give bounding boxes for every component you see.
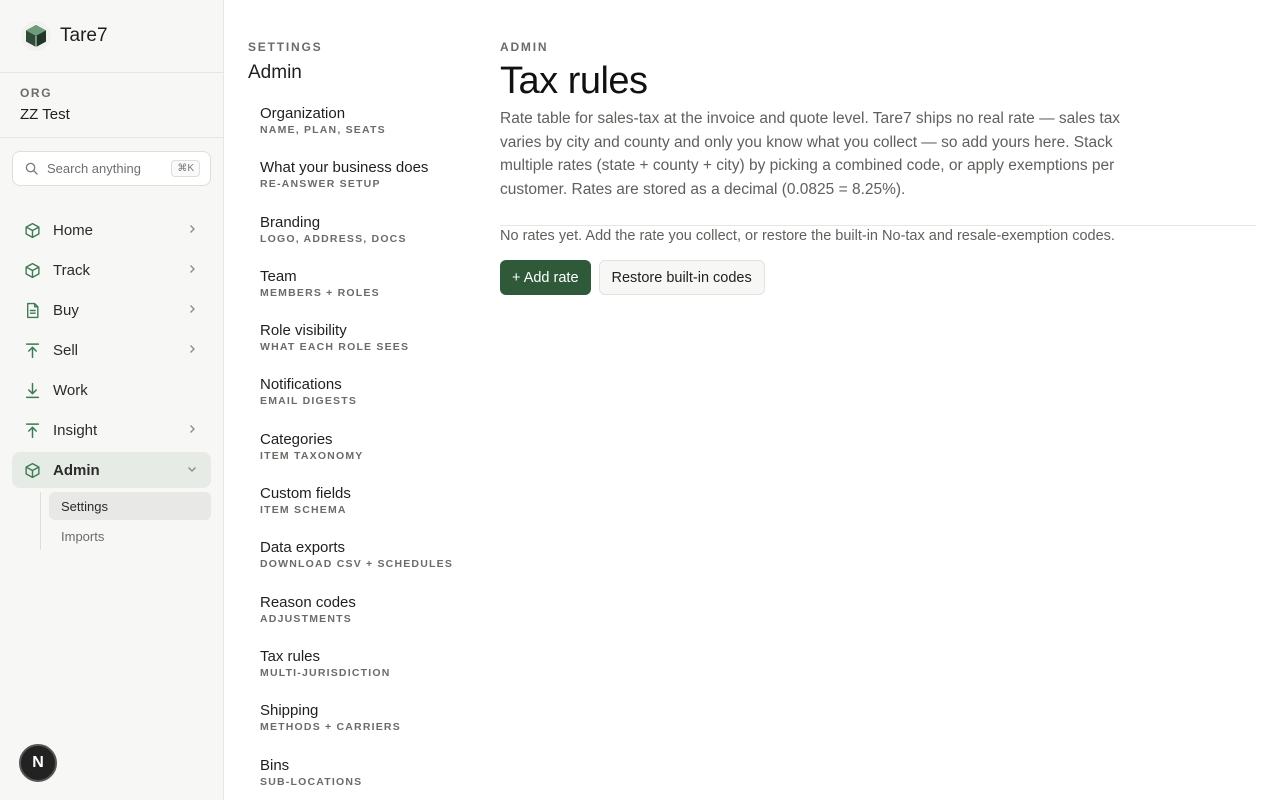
restore-built-in-codes-button[interactable]: Restore built-in codes [598, 260, 765, 295]
nav-label: Track [53, 261, 90, 279]
settings-item-bins[interactable]: Bins SUB-LOCATIONS [248, 757, 468, 800]
settings-item-title: Reason codes [260, 593, 356, 611]
settings-item-data-exports[interactable]: Data exports DOWNLOAD CSV + SCHEDULES [248, 539, 468, 593]
nav-item-work[interactable]: Work [12, 372, 211, 408]
chevron-right-icon[interactable] [187, 224, 197, 234]
main-nav: Home Track Buy Sell Work Insight Admin S… [12, 212, 211, 552]
settings-item-title: Custom fields [260, 485, 351, 503]
cube-icon [24, 222, 41, 239]
settings-item-subtitle: DOWNLOAD CSV + SCHEDULES [260, 558, 454, 571]
chevron-right-icon[interactable] [187, 424, 197, 434]
search-shortcut-badge: ⌘K [171, 160, 200, 177]
settings-item-subtitle: MEMBERS + ROLES [260, 286, 380, 299]
settings-item-subtitle: MULTI-JURISDICTION [260, 666, 391, 679]
nav-item-buy[interactable]: Buy [12, 292, 211, 328]
settings-item-custom-fields[interactable]: Custom fields ITEM SCHEMA [248, 485, 468, 539]
settings-item-reason-codes[interactable]: Reason codes ADJUSTMENTS [248, 594, 468, 648]
chevron-right-icon[interactable] [187, 264, 197, 274]
brand-logo-icon [21, 21, 51, 51]
settings-item-subtitle: ITEM SCHEMA [260, 504, 347, 517]
app-sidebar: Tare7 ORG ZZ Test ⌘K Home Track [0, 0, 224, 800]
settings-item-subtitle: METHODS + CARRIERS [260, 721, 401, 734]
nav-label: Work [53, 381, 88, 399]
nav-label: Sell [53, 341, 79, 359]
brand[interactable]: Tare7 [0, 0, 223, 73]
settings-item-title: Branding [260, 213, 321, 231]
document-icon [24, 302, 41, 319]
nav-label: Insight [53, 421, 98, 439]
settings-title: Admin [248, 62, 302, 83]
settings-item-subtitle: EMAIL DIGESTS [260, 395, 358, 408]
settings-item-subtitle: WHAT EACH ROLE SEES [260, 341, 410, 354]
nav-item-home[interactable]: Home [12, 212, 211, 248]
settings-menu: SETTINGS Admin Organization NAME, PLAN, … [248, 40, 468, 800]
settings-item-title: Role visibility [260, 322, 347, 340]
nav-label: Admin [53, 461, 100, 479]
actions: + Add rate Restore built-in codes [500, 260, 1256, 295]
arrow-up-icon [24, 422, 41, 439]
page-kicker: ADMIN [500, 40, 549, 54]
main-content: ADMIN Tax rules Rate table for sales-tax… [500, 40, 1256, 295]
search-input[interactable] [47, 161, 167, 176]
admin-subnav: Settings Imports [40, 492, 211, 550]
divider [500, 225, 1256, 226]
settings-item-subtitle: NAME, PLAN, SEATS [260, 124, 386, 136]
org-name: ZZ Test [20, 106, 70, 123]
settings-item-subtitle: SUB-LOCATIONS [260, 775, 363, 788]
arrow-down-icon [24, 382, 41, 399]
settings-item-business[interactable]: What your business does RE-ANSWER SETUP [248, 159, 468, 213]
settings-item-title: Organization [260, 105, 346, 122]
settings-item-title: Tax rules [260, 647, 321, 665]
settings-item-title: Team [260, 267, 297, 285]
empty-state-text: No rates yet. Add the rate you collect, … [500, 228, 1115, 244]
nav-item-insight[interactable]: Insight [12, 412, 211, 448]
search-box[interactable]: ⌘K [12, 151, 211, 186]
settings-item-title: What your business does [260, 159, 429, 177]
settings-item-title: Shipping [260, 702, 319, 720]
chevron-right-icon[interactable] [187, 344, 197, 354]
cube-icon [24, 262, 41, 279]
user-avatar[interactable]: N [19, 744, 57, 782]
settings-item-title: Data exports [260, 539, 346, 557]
nav-item-admin[interactable]: Admin [12, 452, 211, 488]
settings-item-team[interactable]: Team MEMBERS + ROLES [248, 268, 468, 322]
settings-item-subtitle: LOGO, ADDRESS, DOCS [260, 232, 407, 245]
page-title: Tax rules [500, 60, 648, 102]
settings-item-tax-rules[interactable]: Tax rules MULTI-JURISDICTION [248, 648, 468, 702]
settings-item-organization[interactable]: Organization NAME, PLAN, SEATS [248, 105, 468, 159]
settings-item-subtitle: RE-ANSWER SETUP [260, 178, 381, 191]
settings-item-notifications[interactable]: Notifications EMAIL DIGESTS [248, 376, 468, 430]
page-description: Rate table for sales-tax at the invoice … [500, 110, 1121, 198]
search-icon [25, 162, 38, 175]
org-label: ORG [20, 86, 53, 100]
nav-label: Home [53, 221, 94, 239]
subnav-item-settings[interactable]: Settings [49, 492, 211, 520]
settings-item-title: Bins [260, 756, 290, 774]
add-rate-button[interactable]: + Add rate [500, 260, 591, 295]
settings-item-subtitle: ITEM TAXONOMY [260, 449, 364, 462]
nav-label: Buy [53, 301, 79, 319]
settings-item-title: Notifications [260, 376, 342, 394]
chevron-down-icon[interactable] [187, 464, 197, 474]
brand-name: Tare7 [60, 25, 108, 46]
cube-icon [24, 462, 41, 479]
chevron-right-icon[interactable] [187, 304, 197, 314]
settings-item-title: Categories [260, 430, 333, 448]
settings-kicker: SETTINGS [248, 40, 323, 54]
settings-item-branding[interactable]: Branding LOGO, ADDRESS, DOCS [248, 214, 468, 268]
settings-item-subtitle: ADJUSTMENTS [260, 612, 352, 625]
settings-item-categories[interactable]: Categories ITEM TAXONOMY [248, 431, 468, 485]
settings-item-role-visibility[interactable]: Role visibility WHAT EACH ROLE SEES [248, 322, 468, 376]
nav-item-sell[interactable]: Sell [12, 332, 211, 368]
subnav-item-imports[interactable]: Imports [49, 522, 211, 550]
org-switcher[interactable]: ORG ZZ Test [0, 73, 223, 138]
settings-item-shipping[interactable]: Shipping METHODS + CARRIERS [248, 702, 468, 756]
nav-item-track[interactable]: Track [12, 252, 211, 288]
settings-list: Organization NAME, PLAN, SEATS What your… [248, 105, 468, 800]
arrow-up-icon [24, 342, 41, 359]
